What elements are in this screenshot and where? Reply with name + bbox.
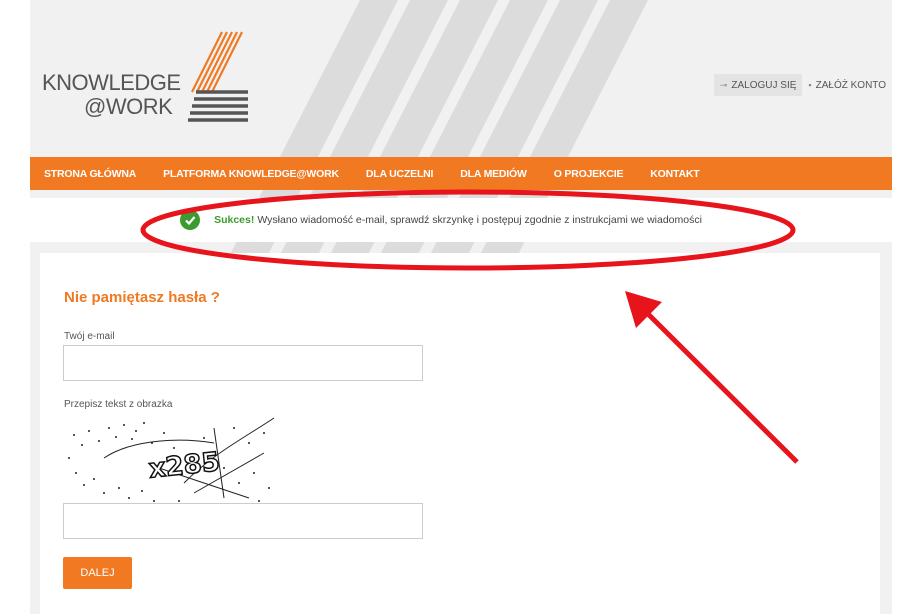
success-alert: Sukces! Wysłano wiadomość e-mail, sprawdź… — [30, 198, 892, 242]
reset-password-card: Nie pamiętasz hasła ? Twój e-mail Przepi… — [40, 253, 880, 614]
nav-item-about[interactable]: O PROJEKCIE — [554, 168, 624, 180]
main-nav: STRONA GŁÓWNA PLATFORMA KNOWLEDGE@WORK D… — [30, 157, 892, 190]
email-label: Twój e-mail — [64, 331, 115, 342]
nav-item-contact[interactable]: KONTAKT — [650, 168, 699, 180]
page-title: Nie pamiętasz hasła ? — [64, 289, 220, 306]
register-link-label: ZAŁÓŻ KONTO — [815, 79, 886, 91]
submit-button[interactable]: DALEJ — [63, 557, 132, 589]
captcha-image: x285 — [68, 417, 275, 502]
alert-message: Sukces! Wysłano wiadomość e-mail, sprawdź… — [214, 214, 702, 226]
nav-item-home[interactable]: STRONA GŁÓWNA — [44, 168, 136, 180]
login-link-label: ZALOGUJ SIĘ — [731, 79, 797, 91]
lock-icon: ▪ — [808, 80, 812, 90]
captcha-field[interactable] — [63, 503, 423, 539]
site-logo[interactable]: KNOWLEDGE @WORK — [42, 30, 248, 130]
login-link[interactable]: ⊸ ZALOGUJ SIĘ — [713, 74, 803, 96]
logo-text-line1: KNOWLEDGE — [42, 70, 181, 95]
email-field[interactable] — [63, 345, 423, 381]
nav-item-media[interactable]: DLA MEDIÓW — [460, 168, 527, 180]
check-icon — [180, 210, 201, 230]
nav-item-universities[interactable]: DLA UCZELNI — [366, 168, 434, 180]
account-links: ⊸ ZALOGUJ SIĘ ▪ ZAŁÓŻ KONTO — [713, 74, 892, 96]
nav-item-platform[interactable]: PLATFORMA KNOWLEDGE@WORK — [163, 168, 339, 180]
captcha-text: x285 — [147, 447, 221, 484]
logo-mark-icon — [188, 31, 248, 122]
captcha-label: Przepisz tekst z obrazka — [64, 399, 173, 410]
register-link[interactable]: ▪ ZAŁÓŻ KONTO — [802, 74, 892, 96]
page: KNOWLEDGE @WORK ⊸ ZALOGUJ SIĘ ▪ ZAŁÓŻ KO… — [30, 0, 892, 614]
alert-text: Wysłano wiadomość e-mail, sprawdź skrzyn… — [257, 214, 702, 226]
alert-strong: Sukces! — [214, 214, 255, 226]
key-icon: ⊸ — [719, 79, 728, 90]
logo-text-line2: @WORK — [84, 94, 173, 119]
